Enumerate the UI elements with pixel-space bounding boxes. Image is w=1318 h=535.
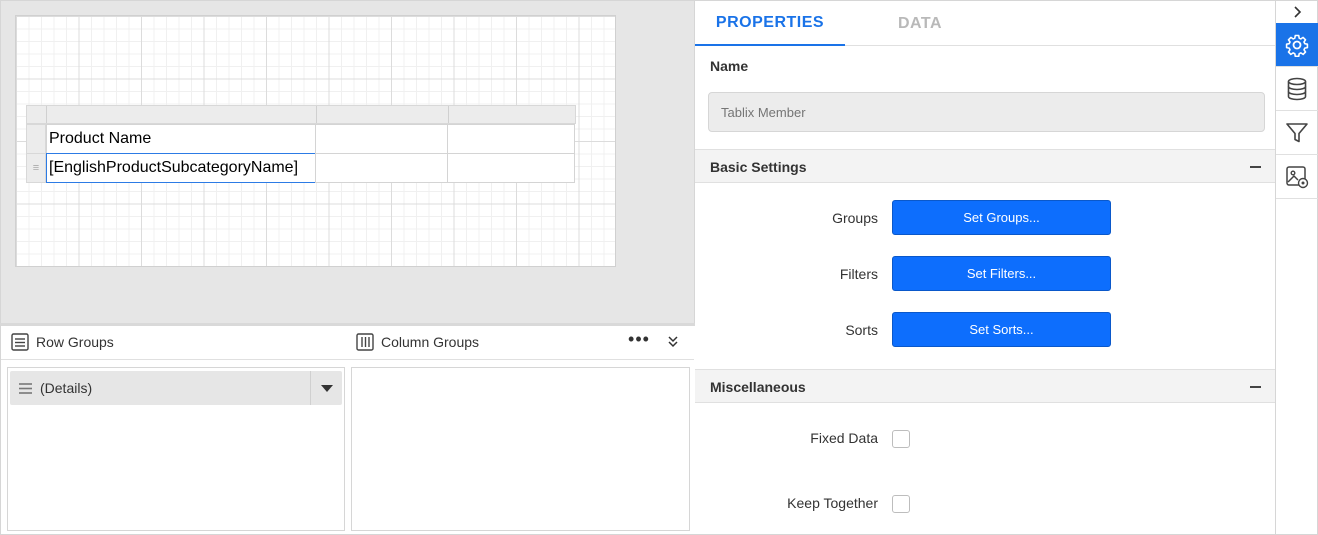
column-groups-list[interactable]	[351, 367, 690, 531]
miscellaneous-section-header[interactable]: Miscellaneous	[695, 369, 1275, 403]
row-group-item-details[interactable]: (Details)	[10, 371, 342, 405]
chevron-right-icon[interactable]	[1276, 1, 1318, 23]
tab-data[interactable]: DATA	[845, 1, 995, 46]
collapse-panel-icon[interactable]	[663, 332, 683, 352]
tablix-cell-detail-subcategory[interactable]: [EnglishProductSubcategoryName]	[46, 153, 316, 183]
basic-settings-title: Basic Settings	[710, 159, 807, 175]
column-handle-separator	[448, 106, 449, 123]
fixed-data-checkbox[interactable]	[892, 430, 910, 448]
row-groups-header: Row Groups	[10, 332, 114, 352]
name-label: Name	[710, 58, 749, 74]
properties-tabs: PROPERTIES DATA	[695, 1, 1275, 46]
row-groups-label: Row Groups	[36, 334, 114, 350]
filters-label: Filters	[839, 266, 878, 282]
groups-label: Groups	[832, 210, 878, 226]
set-groups-button[interactable]: Set Groups...	[892, 200, 1111, 235]
tablix-row-handle-details[interactable]: ≡	[26, 153, 46, 183]
basic-settings-section-header[interactable]: Basic Settings	[695, 149, 1275, 183]
properties-panel: PROPERTIES DATA Name Basic Settings Grou…	[695, 0, 1275, 535]
collapse-minus-icon[interactable]	[1250, 386, 1261, 388]
column-groups-label: Column Groups	[381, 334, 480, 350]
grouping-panel-header: Row Groups Column Groups •••	[1, 326, 694, 360]
report-body-canvas[interactable]: ≡ Product Name [EnglishProductSubcategor…	[15, 15, 616, 267]
report-design-area[interactable]: ≡ Product Name [EnglishProductSubcategor…	[0, 0, 695, 323]
set-filters-button[interactable]: Set Filters...	[892, 256, 1111, 291]
tablix-column-handles[interactable]	[26, 105, 576, 124]
keep-together-label: Keep Together	[787, 495, 878, 511]
tablix-row-handle[interactable]	[26, 124, 46, 154]
column-handle-separator	[46, 106, 47, 123]
row-groups-icon	[10, 332, 30, 352]
details-row-glyph: ≡	[32, 162, 40, 174]
set-sorts-button[interactable]: Set Sorts...	[892, 312, 1111, 347]
sorts-label: Sorts	[845, 322, 878, 338]
gear-icon[interactable]	[1276, 23, 1318, 67]
tablix-cell-detail-empty[interactable]	[447, 153, 575, 183]
collapse-minus-icon[interactable]	[1250, 166, 1261, 168]
keep-together-checkbox[interactable]	[892, 495, 910, 513]
name-field[interactable]	[708, 92, 1265, 132]
filter-icon[interactable]	[1276, 111, 1318, 155]
column-groups-icon	[355, 332, 375, 352]
tablix-cell-header-empty[interactable]	[315, 124, 448, 154]
tablix-cell-header-product-name[interactable]: Product Name	[46, 124, 316, 154]
image-settings-icon[interactable]	[1276, 155, 1318, 199]
tablix-cell-header-empty[interactable]	[447, 124, 575, 154]
column-groups-header: Column Groups	[355, 332, 479, 352]
tab-properties[interactable]: PROPERTIES	[695, 1, 845, 46]
grouping-panel: Row Groups Column Groups ••• (Details)	[0, 323, 695, 535]
right-icon-rail	[1275, 0, 1318, 535]
group-item-dropdown-icon[interactable]	[310, 371, 342, 405]
miscellaneous-title: Miscellaneous	[710, 379, 806, 395]
column-handle-separator	[316, 106, 317, 123]
row-group-item-label: (Details)	[40, 380, 93, 396]
drag-handle-icon[interactable]	[10, 382, 40, 394]
tablix-cell-detail-empty[interactable]	[315, 153, 448, 183]
fixed-data-label: Fixed Data	[810, 430, 878, 446]
database-icon[interactable]	[1276, 67, 1318, 111]
more-options-icon[interactable]: •••	[627, 330, 651, 354]
